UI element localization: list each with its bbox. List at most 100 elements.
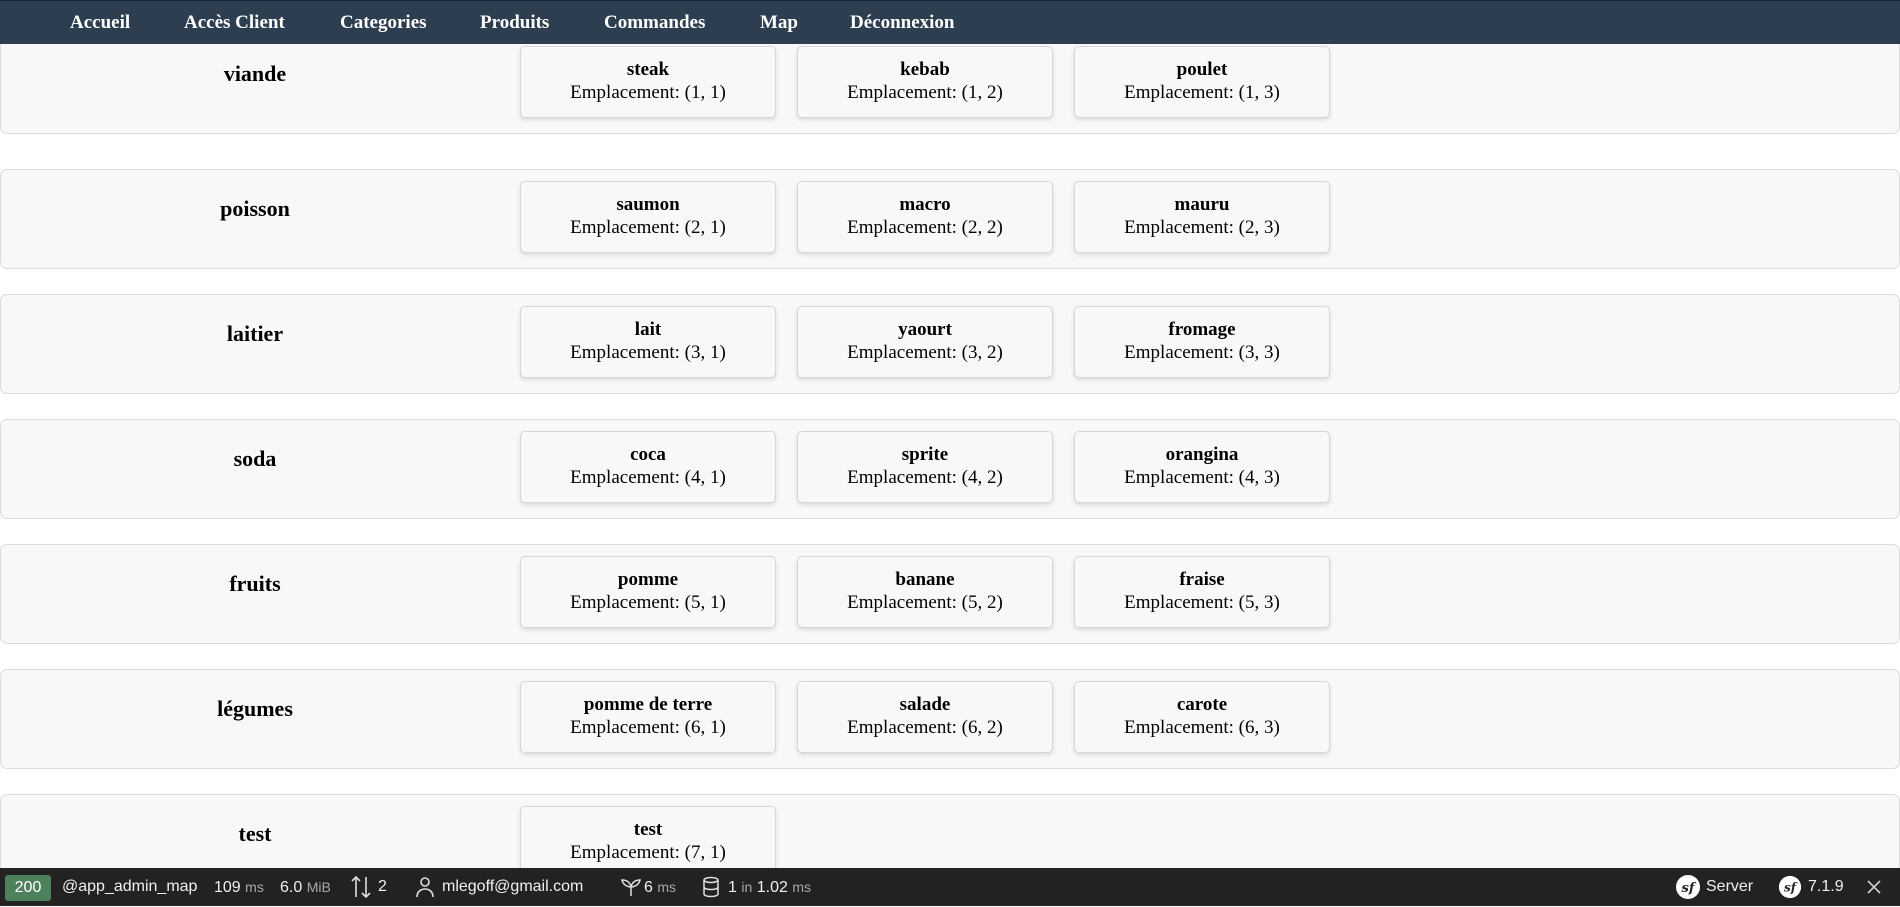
product-name: orangina bbox=[1165, 444, 1239, 465]
product-location: Emplacement: (6, 2) bbox=[847, 717, 1003, 738]
user-email[interactable]: mlegoff@gmail.com bbox=[442, 868, 583, 906]
product-card[interactable]: mauru Emplacement: (2, 3) bbox=[1074, 181, 1330, 253]
category-section-viande: viande steak Emplacement: (1, 1) kebab Emp… bbox=[0, 44, 1900, 134]
product-card[interactable]: saumon Emplacement: (2, 1) bbox=[520, 181, 776, 253]
twig-time-unit: ms bbox=[657, 879, 677, 895]
requests-count[interactable]: 2 bbox=[378, 868, 387, 906]
product-location: Emplacement: (2, 1) bbox=[570, 217, 726, 238]
category-section-laitier: laitier lait Emplacement: (3, 1) yaourt Em… bbox=[0, 294, 1900, 394]
product-name: carote bbox=[1176, 694, 1228, 715]
product-name: coca bbox=[630, 444, 666, 465]
category-section-test: test test Emplacement: (7, 1) bbox=[0, 794, 1900, 868]
route-name[interactable]: @app_admin_map bbox=[62, 868, 197, 906]
category-section-fruits: fruits pomme Emplacement: (5, 1) banane Em… bbox=[0, 544, 1900, 644]
requests-icon bbox=[350, 868, 372, 906]
product-name: banane bbox=[895, 569, 955, 590]
db-in-label: in bbox=[741, 879, 753, 895]
product-card[interactable]: test Emplacement: (7, 1) bbox=[520, 806, 776, 868]
category-name: viande bbox=[223, 61, 287, 86]
symfony-logo-icon: sf bbox=[1675, 868, 1701, 906]
symfony-version[interactable]: 7.1.9 bbox=[1808, 868, 1844, 906]
user-icon bbox=[416, 868, 434, 906]
product-card[interactable]: poulet Emplacement: (1, 3) bbox=[1074, 46, 1330, 118]
request-time-value: 109 bbox=[214, 879, 241, 896]
category-name: légumes bbox=[217, 696, 293, 721]
request-time[interactable]: 109 ms bbox=[214, 868, 264, 906]
server-label[interactable]: Server bbox=[1706, 868, 1753, 906]
db-query-count: 1 bbox=[728, 879, 737, 896]
nav-produits-link[interactable]: Produits bbox=[480, 1, 549, 45]
category-section-soda: soda coca Emplacement: (4, 1) sprite Empla… bbox=[0, 419, 1900, 519]
product-location: Emplacement: (6, 1) bbox=[570, 717, 726, 738]
product-location: Emplacement: (5, 3) bbox=[1124, 592, 1280, 613]
product-name: fraise bbox=[1179, 569, 1225, 590]
twig-time[interactable]: 6 ms bbox=[644, 868, 676, 906]
product-card[interactable]: yaourt Emplacement: (3, 2) bbox=[797, 306, 1053, 378]
category-name: test bbox=[238, 821, 272, 846]
product-name: saumon bbox=[616, 194, 680, 215]
product-card[interactable]: pomme de terre Emplacement: (6, 1) bbox=[520, 681, 776, 753]
nav-accueil-link[interactable]: Accueil bbox=[70, 1, 130, 45]
nav-categories-link[interactable]: Categories bbox=[340, 1, 427, 45]
svg-text:sf: sf bbox=[1784, 881, 1798, 895]
product-name: salade bbox=[899, 694, 951, 715]
memory-usage[interactable]: 6.0 MiB bbox=[280, 868, 331, 906]
product-location: Emplacement: (5, 2) bbox=[847, 592, 1003, 613]
db-time-unit: ms bbox=[792, 879, 811, 895]
product-name: kebab bbox=[900, 59, 950, 80]
nav-acces-client-link[interactable]: Accès Client bbox=[184, 1, 285, 45]
main-navbar: Accueil Accès Client Categories Produits… bbox=[0, 0, 1900, 44]
product-name: test bbox=[633, 819, 663, 840]
product-name: mauru bbox=[1174, 194, 1230, 215]
category-section-legumes: légumes pomme de terre Emplacement: (6, 1… bbox=[0, 669, 1900, 769]
map-content: viande steak Emplacement: (1, 1) kebab Emp… bbox=[0, 44, 1900, 868]
memory-value: 6.0 bbox=[280, 879, 303, 896]
product-card[interactable]: salade Emplacement: (6, 2) bbox=[797, 681, 1053, 753]
product-card[interactable]: coca Emplacement: (4, 1) bbox=[520, 431, 776, 503]
product-location: Emplacement: (2, 2) bbox=[847, 217, 1003, 238]
product-card[interactable]: kebab Emplacement: (1, 2) bbox=[797, 46, 1053, 118]
nav-deconnexion-link[interactable]: Déconnexion bbox=[850, 1, 955, 45]
product-location: Emplacement: (1, 1) bbox=[570, 82, 726, 103]
product-card[interactable]: banane Emplacement: (5, 2) bbox=[797, 556, 1053, 628]
product-card[interactable]: steak Emplacement: (1, 1) bbox=[520, 46, 776, 118]
product-card[interactable]: lait Emplacement: (3, 1) bbox=[520, 306, 776, 378]
product-location: Emplacement: (3, 3) bbox=[1124, 342, 1280, 363]
product-name: yaourt bbox=[898, 319, 952, 340]
product-card[interactable]: fromage Emplacement: (3, 3) bbox=[1074, 306, 1330, 378]
leaf-icon bbox=[620, 868, 642, 906]
product-location: Emplacement: (4, 1) bbox=[570, 467, 726, 488]
product-name: macro bbox=[899, 194, 951, 215]
category-name: fruits bbox=[229, 571, 281, 596]
product-location: Emplacement: (1, 2) bbox=[847, 82, 1003, 103]
nav-commandes-link[interactable]: Commandes bbox=[604, 1, 705, 45]
product-location: Emplacement: (3, 2) bbox=[847, 342, 1003, 363]
product-location: Emplacement: (5, 1) bbox=[570, 592, 726, 613]
request-time-unit: ms bbox=[245, 879, 264, 895]
product-card[interactable]: macro Emplacement: (2, 2) bbox=[797, 181, 1053, 253]
product-location: Emplacement: (3, 1) bbox=[570, 342, 726, 363]
nav-map-link[interactable]: Map bbox=[760, 1, 798, 45]
product-name: lait bbox=[634, 319, 662, 340]
product-name: steak bbox=[626, 59, 670, 80]
category-name: poisson bbox=[220, 196, 290, 221]
product-name: pomme bbox=[617, 569, 679, 590]
product-card[interactable]: carote Emplacement: (6, 3) bbox=[1074, 681, 1330, 753]
product-card[interactable]: fraise Emplacement: (5, 3) bbox=[1074, 556, 1330, 628]
status-code-badge[interactable]: 200 bbox=[5, 875, 51, 901]
category-name: laitier bbox=[226, 321, 284, 346]
product-name: poulet bbox=[1176, 59, 1228, 80]
product-card[interactable]: pomme Emplacement: (5, 1) bbox=[520, 556, 776, 628]
twig-time-value: 6 bbox=[644, 879, 653, 896]
database-queries[interactable]: 1 in 1.02 ms bbox=[728, 868, 811, 906]
product-name: pomme de terre bbox=[583, 694, 713, 715]
product-location: Emplacement: (7, 1) bbox=[570, 842, 726, 863]
product-location: Emplacement: (1, 3) bbox=[1124, 82, 1280, 103]
product-location: Emplacement: (4, 3) bbox=[1124, 467, 1280, 488]
close-icon[interactable] bbox=[1866, 868, 1882, 906]
product-location: Emplacement: (6, 3) bbox=[1124, 717, 1280, 738]
product-name: sprite bbox=[901, 444, 949, 465]
product-card[interactable]: orangina Emplacement: (4, 3) bbox=[1074, 431, 1330, 503]
db-time-value: 1.02 bbox=[756, 879, 788, 896]
product-card[interactable]: sprite Emplacement: (4, 2) bbox=[797, 431, 1053, 503]
